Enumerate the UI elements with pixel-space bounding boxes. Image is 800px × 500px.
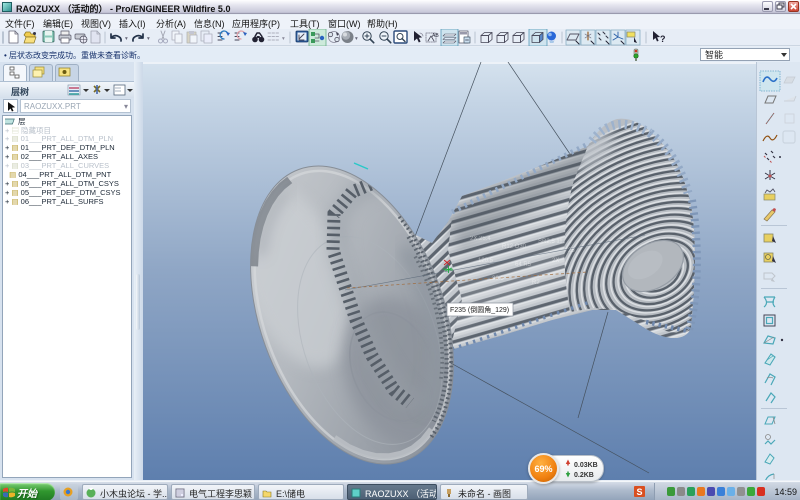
svg-text:0.2KB: 0.2KB [574,472,594,479]
svg-text:▾: ▾ [147,36,150,42]
svg-text:S: S [636,487,642,497]
svg-text:▾: ▾ [282,36,285,42]
svg-text:▾: ▾ [125,36,128,42]
svg-text:AB: AB [432,33,439,39]
svg-text:SR2.5 11: SR2.5 11 [538,239,563,245]
svg-text:2X: 2X [552,258,559,264]
svg-text:2X 25.4: 2X 25.4 [470,236,491,242]
svg-text:▾: ▾ [355,36,358,42]
svg-text:25: 25 [568,248,575,254]
svg-text:0.03KB: 0.03KB [574,462,598,469]
svg-text:F235 (倒圆角_129): F235 (倒圆角_129) [450,305,509,314]
svg-text:?: ? [660,34,666,44]
svg-text:R12 O30: R12 O30 [502,244,527,250]
svg-text:64 R5: 64 R5 [515,262,532,268]
svg-text:36.5: 36.5 [492,276,504,282]
svg-text:R2: R2 [532,280,540,286]
svg-text:120.5: 120.5 [478,258,494,264]
